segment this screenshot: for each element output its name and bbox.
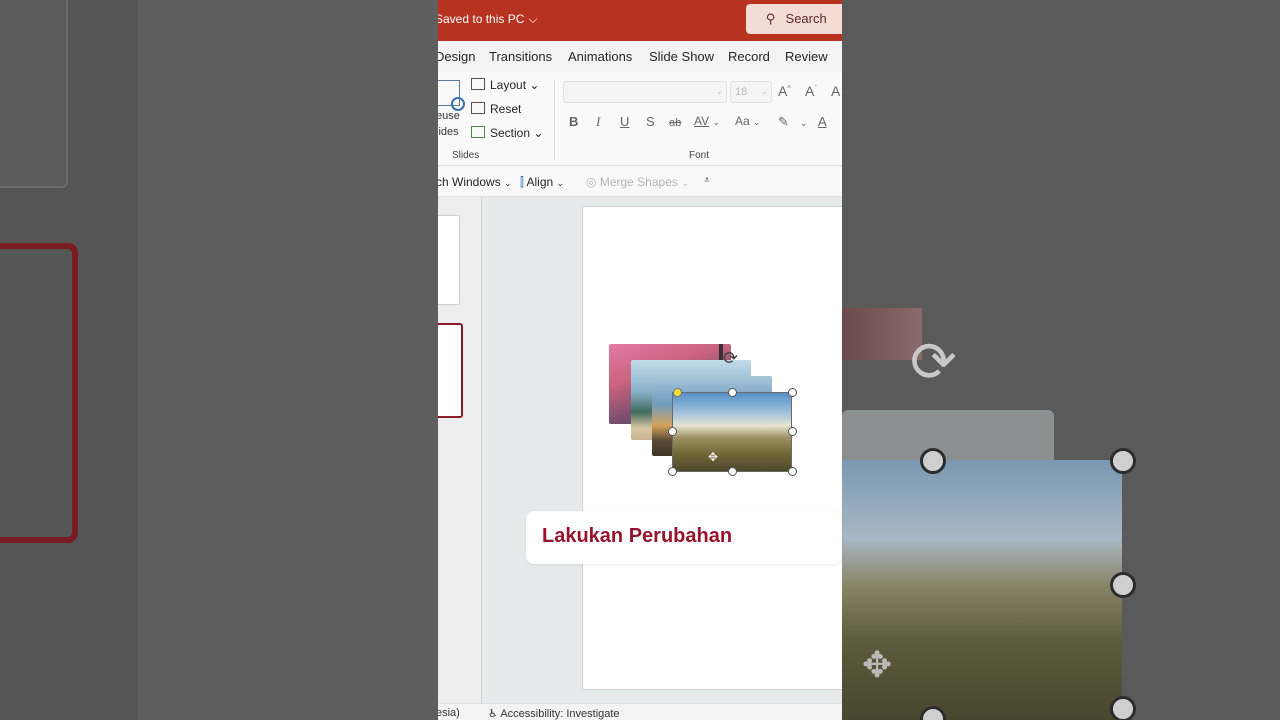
blurred-left-background (0, 0, 438, 720)
reset-button[interactable]: Reset (471, 102, 521, 116)
blurred-thumbnail (0, 0, 68, 188)
caption-text: Lakukan Perubahan (542, 525, 733, 547)
slide-thumbnail[interactable] (438, 215, 460, 305)
selection-box (672, 392, 792, 472)
reuse-slides-icon (438, 80, 465, 111)
layout-button[interactable]: Layout ⌄ (471, 78, 539, 92)
tab-record[interactable]: Record (728, 49, 770, 64)
chevron-down-icon: ⌄ (681, 178, 689, 188)
chevron-down-icon: ⌄ (715, 86, 723, 96)
reset-icon (471, 102, 485, 114)
tab-review[interactable]: Review (785, 49, 828, 64)
blurred-handle (1110, 572, 1136, 598)
resize-handle[interactable] (728, 388, 737, 397)
slides-group-label: Slides (452, 150, 480, 161)
caption-callout: Lakukan Perubahan (526, 511, 842, 564)
align-label: Align (526, 175, 554, 189)
chevron-down-icon: ⌄ (760, 86, 768, 96)
blurred-handle (920, 448, 946, 474)
slide-thumbnail-pane (438, 197, 482, 703)
language-status[interactable]: esia) (438, 707, 460, 719)
search-icon: ⚲ (766, 12, 776, 27)
chevron-down-icon: ⌄ (504, 178, 512, 188)
tab-transitions[interactable]: Transitions (489, 49, 552, 64)
switch-windows-button[interactable]: ch Windows ⌄ (438, 175, 512, 189)
chevron-down-icon: ⌄ (533, 126, 544, 140)
customize-toolbar-icon[interactable]: ⩡ (704, 175, 710, 186)
chevron-down-icon: ⌄ (529, 78, 540, 92)
search-label: Search (785, 11, 827, 26)
chevron-down-icon[interactable]: ⌄ (800, 118, 808, 129)
resize-handle[interactable] (788, 467, 797, 476)
save-status[interactable]: Saved to this PC ⌵ (438, 12, 538, 27)
status-bar: esia) ♿ Accessibility: Investigate (438, 703, 842, 720)
merge-shapes-icon: ◎ (586, 175, 597, 189)
font-name-box[interactable]: ⌄ (563, 81, 727, 103)
shadow-button[interactable]: S (646, 114, 655, 129)
font-size-box[interactable]: 18 ⌄ (730, 81, 772, 103)
accessibility-label: Accessibility: Investigate (500, 708, 620, 720)
layout-icon (471, 78, 485, 90)
title-bar: Saved to this PC ⌵ ⚲ Search (438, 0, 842, 41)
blurred-handle (1110, 448, 1136, 474)
section-button[interactable]: Section ⌄ (471, 126, 543, 140)
resize-handle[interactable] (668, 467, 677, 476)
case-label: Aa (735, 114, 750, 128)
switch-windows-label: ch Windows (438, 175, 501, 189)
resize-handle[interactable] (668, 427, 677, 436)
ribbon-tabs: Design Transitions Animations Slide Show… (438, 41, 842, 72)
chevron-down-icon: ⌵ (528, 12, 538, 26)
increase-font-icon[interactable]: A^ (778, 83, 791, 99)
resize-handle[interactable] (788, 427, 797, 436)
reset-label: Reset (490, 102, 522, 116)
rotate-handle-icon[interactable]: ⟳ (723, 348, 738, 369)
adjust-handle[interactable] (673, 388, 682, 397)
layout-label: Layout (490, 78, 527, 92)
align-button[interactable]: ⫿ Align ⌄ (520, 175, 564, 190)
resize-handle[interactable] (788, 388, 797, 397)
change-case-button[interactable]: Aa ⌄ (735, 114, 761, 128)
chevron-down-icon: ⌄ (753, 117, 761, 127)
spacing-label: AV (694, 114, 710, 128)
blurred-move-icon: ✥ (862, 645, 893, 686)
reuse-slides-button[interactable]: euse lides (438, 80, 465, 140)
move-icon: ✥ (708, 450, 719, 464)
group-divider (554, 80, 555, 160)
merge-shapes-button[interactable]: ◎ Merge Shapes ⌄ (586, 175, 689, 189)
font-group-label: Font (689, 150, 710, 161)
tab-design[interactable]: Design (438, 49, 475, 64)
blurred-rotate-icon: ⟳ (910, 330, 957, 395)
merge-shapes-label: Merge Shapes (599, 175, 678, 189)
section-label: Section (490, 126, 531, 140)
screen: ⟳ ✥ Saved to this PC ⌵ ⚲ Search Design Tra… (0, 0, 1280, 720)
blurred-handle (1110, 696, 1136, 720)
tab-slide-show[interactable]: Slide Show (649, 49, 714, 64)
clear-formatting-icon[interactable]: A (831, 83, 840, 99)
align-icon: ⫿ (520, 175, 524, 189)
search-box[interactable]: ⚲ Search (746, 4, 842, 34)
ribbon: euse lides Layout ⌄ Reset Section ⌄ Slid… (438, 72, 842, 166)
font-color-icon[interactable]: A (818, 114, 827, 129)
blurred-selected-thumbnail (0, 243, 78, 543)
strikethrough-button[interactable]: ab (669, 117, 681, 129)
bold-button[interactable]: B (569, 114, 578, 129)
decrease-font-icon[interactable]: Aˇ (805, 83, 817, 99)
italic-button[interactable]: I (596, 114, 600, 130)
resize-handle[interactable] (728, 467, 737, 476)
font-size-value: 18 (735, 86, 748, 98)
tab-animations[interactable]: Animations (568, 49, 632, 64)
underline-button[interactable]: U (620, 114, 629, 129)
chevron-down-icon: ⌄ (712, 117, 721, 127)
accessibility-status[interactable]: ♿ Accessibility: Investigate (488, 707, 620, 720)
highlight-icon[interactable]: ✎ (778, 114, 789, 130)
character-spacing-button[interactable]: AV ⌄ (694, 114, 720, 128)
reuse-label-2: lides (438, 126, 459, 138)
section-icon (471, 126, 485, 138)
accessibility-icon: ♿ (488, 707, 498, 720)
blurred-right-background: ⟳ ✥ (842, 0, 1280, 720)
slide-thumbnail-selected[interactable] (438, 323, 463, 418)
secondary-toolbar: ch Windows ⌄ ⫿ Align ⌄ ◎ Merge Shapes ⌄ … (438, 167, 842, 197)
chevron-down-icon: ⌄ (556, 178, 565, 188)
save-status-label: Saved to this PC (438, 12, 525, 26)
